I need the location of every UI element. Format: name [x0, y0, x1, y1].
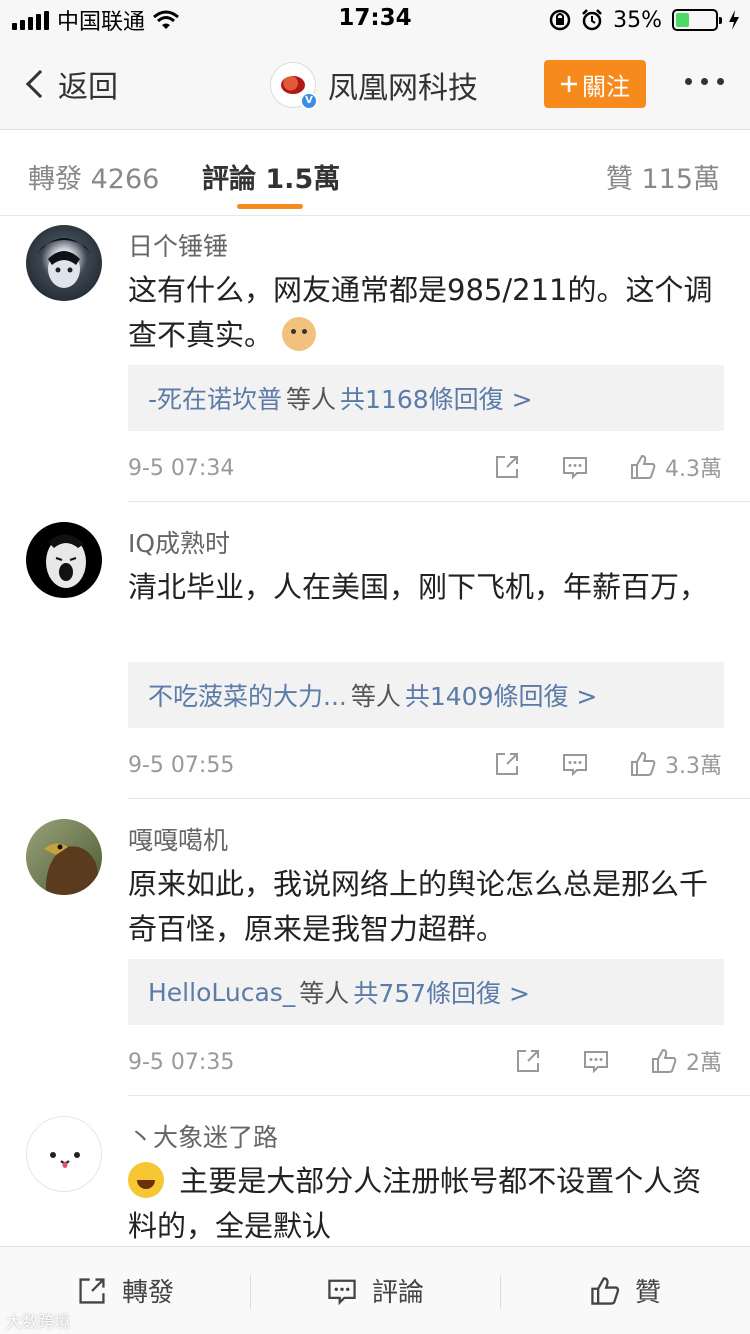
like-button[interactable]: 2萬: [650, 1045, 722, 1077]
comment-body: 主要是大部分人注册帐号都不设置个人资料的，全是默认: [128, 1164, 702, 1243]
active-tab-indicator: [237, 204, 303, 209]
phoenix-logo-icon: [281, 76, 305, 94]
comment-time: 9-5 07:35: [128, 1050, 235, 1075]
eagle-avatar-image: [44, 843, 102, 895]
like-count: 2萬: [686, 1051, 722, 1076]
comment-body: 清北毕业，人在美国，刚下飞机，年薪百万，: [128, 570, 709, 604]
thumbs-up-icon: [591, 1276, 620, 1305]
like-count: 4.3萬: [665, 457, 722, 482]
like-post-button[interactable]: 贊: [500, 1247, 750, 1334]
reply-count: 共1409條回復 >: [404, 682, 598, 711]
repost-label: 轉發: [121, 1278, 174, 1308]
share-icon[interactable]: [514, 1047, 542, 1075]
comment-username[interactable]: 丶大象迷了路: [128, 1118, 278, 1154]
laughing-crying-emoji-icon: [128, 1162, 164, 1198]
comment-username[interactable]: 嘎嘎噶机: [128, 821, 228, 857]
comment-icon: [328, 1279, 356, 1305]
avatar[interactable]: [26, 522, 102, 598]
avatar[interactable]: [26, 819, 102, 895]
verified-badge-icon: V: [300, 92, 318, 110]
comment-label: 評論: [371, 1278, 424, 1308]
follow-button[interactable]: 關注: [544, 60, 646, 108]
tab-comments[interactable]: 評論 1.5萬: [202, 157, 340, 196]
battery-icon: [672, 9, 722, 31]
nav-bar: 返回 V 凤凰网科技 關注: [0, 40, 750, 130]
more-options-icon[interactable]: [685, 78, 724, 85]
reply-count: 共757條回復 >: [353, 979, 530, 1008]
back-button[interactable]: 返回: [22, 62, 118, 106]
chevron-left-icon: [25, 69, 55, 99]
account-header[interactable]: V 凤凰网科技: [270, 58, 478, 112]
like-button[interactable]: 4.3萬: [629, 451, 722, 483]
reply-user: 不吃菠菜的大力...: [148, 682, 347, 711]
account-avatar[interactable]: V: [270, 62, 318, 110]
tab-bar: 轉發 4266 評論 1.5萬 贊 115萬: [0, 131, 750, 216]
comment-actions: 4.3萬: [493, 451, 722, 483]
comment-time: 9-5 07:55: [128, 753, 235, 778]
bottom-toolbar: 轉發 評論 贊: [0, 1246, 750, 1334]
reply-icon[interactable]: [561, 750, 589, 778]
plus-icon: [561, 76, 577, 92]
tab-repost[interactable]: 轉發 4266: [28, 157, 159, 196]
doge-emoji-icon: [282, 317, 317, 351]
reply-mid: 等人: [286, 385, 337, 414]
comment-time: 9-5 07:34: [128, 456, 235, 481]
like-label: 贊: [634, 1278, 661, 1308]
reply-mid: 等人: [299, 979, 350, 1008]
avatar[interactable]: [26, 1116, 102, 1192]
follow-label: 關注: [582, 72, 630, 101]
tab-likes[interactable]: 贊 115萬: [606, 157, 720, 196]
comment-text: 主要是大部分人注册帐号都不设置个人资料的，全是默认: [128, 1159, 728, 1249]
alarm-icon: [582, 9, 602, 31]
screaming-face-avatar-image: [46, 534, 86, 588]
comment-actions: 2萬: [514, 1045, 722, 1077]
comment-text: 原来如此，我说网络上的舆论怎么总是那么千奇百怪，原来是我智力超群。: [128, 862, 728, 952]
reply-user: HelloLucas_: [148, 977, 296, 1007]
share-icon[interactable]: [493, 453, 521, 481]
reply-summary[interactable]: 不吃菠菜的大力... 等人 共1409條回復 >: [128, 662, 724, 728]
divider: [128, 501, 750, 502]
reply-summary[interactable]: -死在诺坎普 等人 共1168條回復 >: [128, 365, 724, 431]
thumbs-up-icon: [631, 751, 656, 776]
reply-icon[interactable]: [582, 1047, 610, 1075]
comment-actions: 3.3萬: [493, 748, 722, 780]
battery-fill: [676, 13, 690, 27]
reply-mid: 等人: [350, 682, 401, 711]
comment-body: 原来如此，我说网络上的舆论怎么总是那么千奇百怪，原来是我智力超群。: [128, 867, 709, 946]
share-icon: [79, 1277, 105, 1304]
back-label: 返回: [58, 70, 118, 105]
status-right: 35%: [549, 6, 740, 34]
page-title: 凤凰网科技: [328, 71, 478, 106]
reply-user: -死在诺坎普: [148, 385, 283, 414]
anime-avatar-image: [36, 238, 92, 288]
status-bar: 中国联通 17:34 35%: [0, 0, 750, 40]
cute-face-avatar-image: [50, 1152, 80, 1168]
like-button[interactable]: 3.3萬: [629, 748, 722, 780]
reply-summary[interactable]: HelloLucas_ 等人 共757條回復 >: [128, 959, 724, 1025]
comment-text: 这有什么，网友通常都是985/211的。这个调查不真实。: [128, 268, 728, 358]
share-icon[interactable]: [493, 750, 521, 778]
reply-count: 共1168條回復 >: [340, 385, 533, 414]
divider: [128, 798, 750, 799]
like-count: 3.3萬: [665, 754, 722, 779]
charging-icon: [729, 10, 739, 30]
thumbs-up-icon: [631, 454, 656, 479]
divider: [128, 1095, 750, 1096]
orientation-lock-icon: [549, 9, 571, 31]
comment-username[interactable]: IQ成熟时: [128, 524, 230, 560]
avatar[interactable]: [26, 225, 102, 301]
comment-button[interactable]: 評論: [250, 1247, 500, 1334]
reply-icon[interactable]: [561, 453, 589, 481]
battery-percent: 35%: [613, 7, 662, 33]
watermark: 大数跨境: [6, 1312, 71, 1331]
comment-text: 清北毕业，人在美国，刚下飞机，年薪百万，: [128, 565, 728, 610]
comment-username[interactable]: 日个锤锤: [128, 227, 228, 263]
thumbs-up-icon: [652, 1048, 677, 1073]
comment-body: 这有什么，网友通常都是985/211的。这个调查不真实。: [128, 273, 713, 352]
